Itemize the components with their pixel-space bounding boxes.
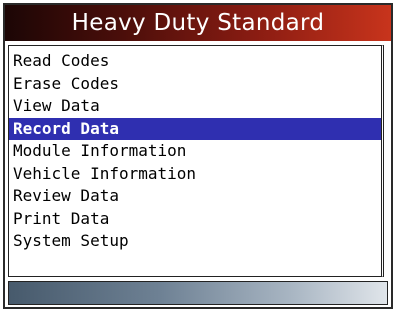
menu-item-read-codes[interactable]: Read Codes [9,50,381,73]
menu-item-erase-codes[interactable]: Erase Codes [9,73,381,96]
menu-item-review-data[interactable]: Review Data [9,185,381,208]
menu-item-system-setup[interactable]: System Setup [9,230,381,253]
menu-list: Read Codes Erase Codes View Data Record … [9,50,381,253]
screen-title: Heavy Duty Standard [5,5,391,41]
status-bar [8,281,388,305]
menu-item-print-data[interactable]: Print Data [9,208,381,231]
main-menu: Read Codes Erase Codes View Data Record … [8,45,384,277]
menu-item-vehicle-information[interactable]: Vehicle Information [9,163,381,186]
menu-item-view-data[interactable]: View Data [9,95,381,118]
scan-tool-screen: Heavy Duty Standard Read Codes Erase Cod… [3,3,393,309]
menu-item-module-information[interactable]: Module Information [9,140,381,163]
menu-item-record-data[interactable]: Record Data [9,117,381,140]
